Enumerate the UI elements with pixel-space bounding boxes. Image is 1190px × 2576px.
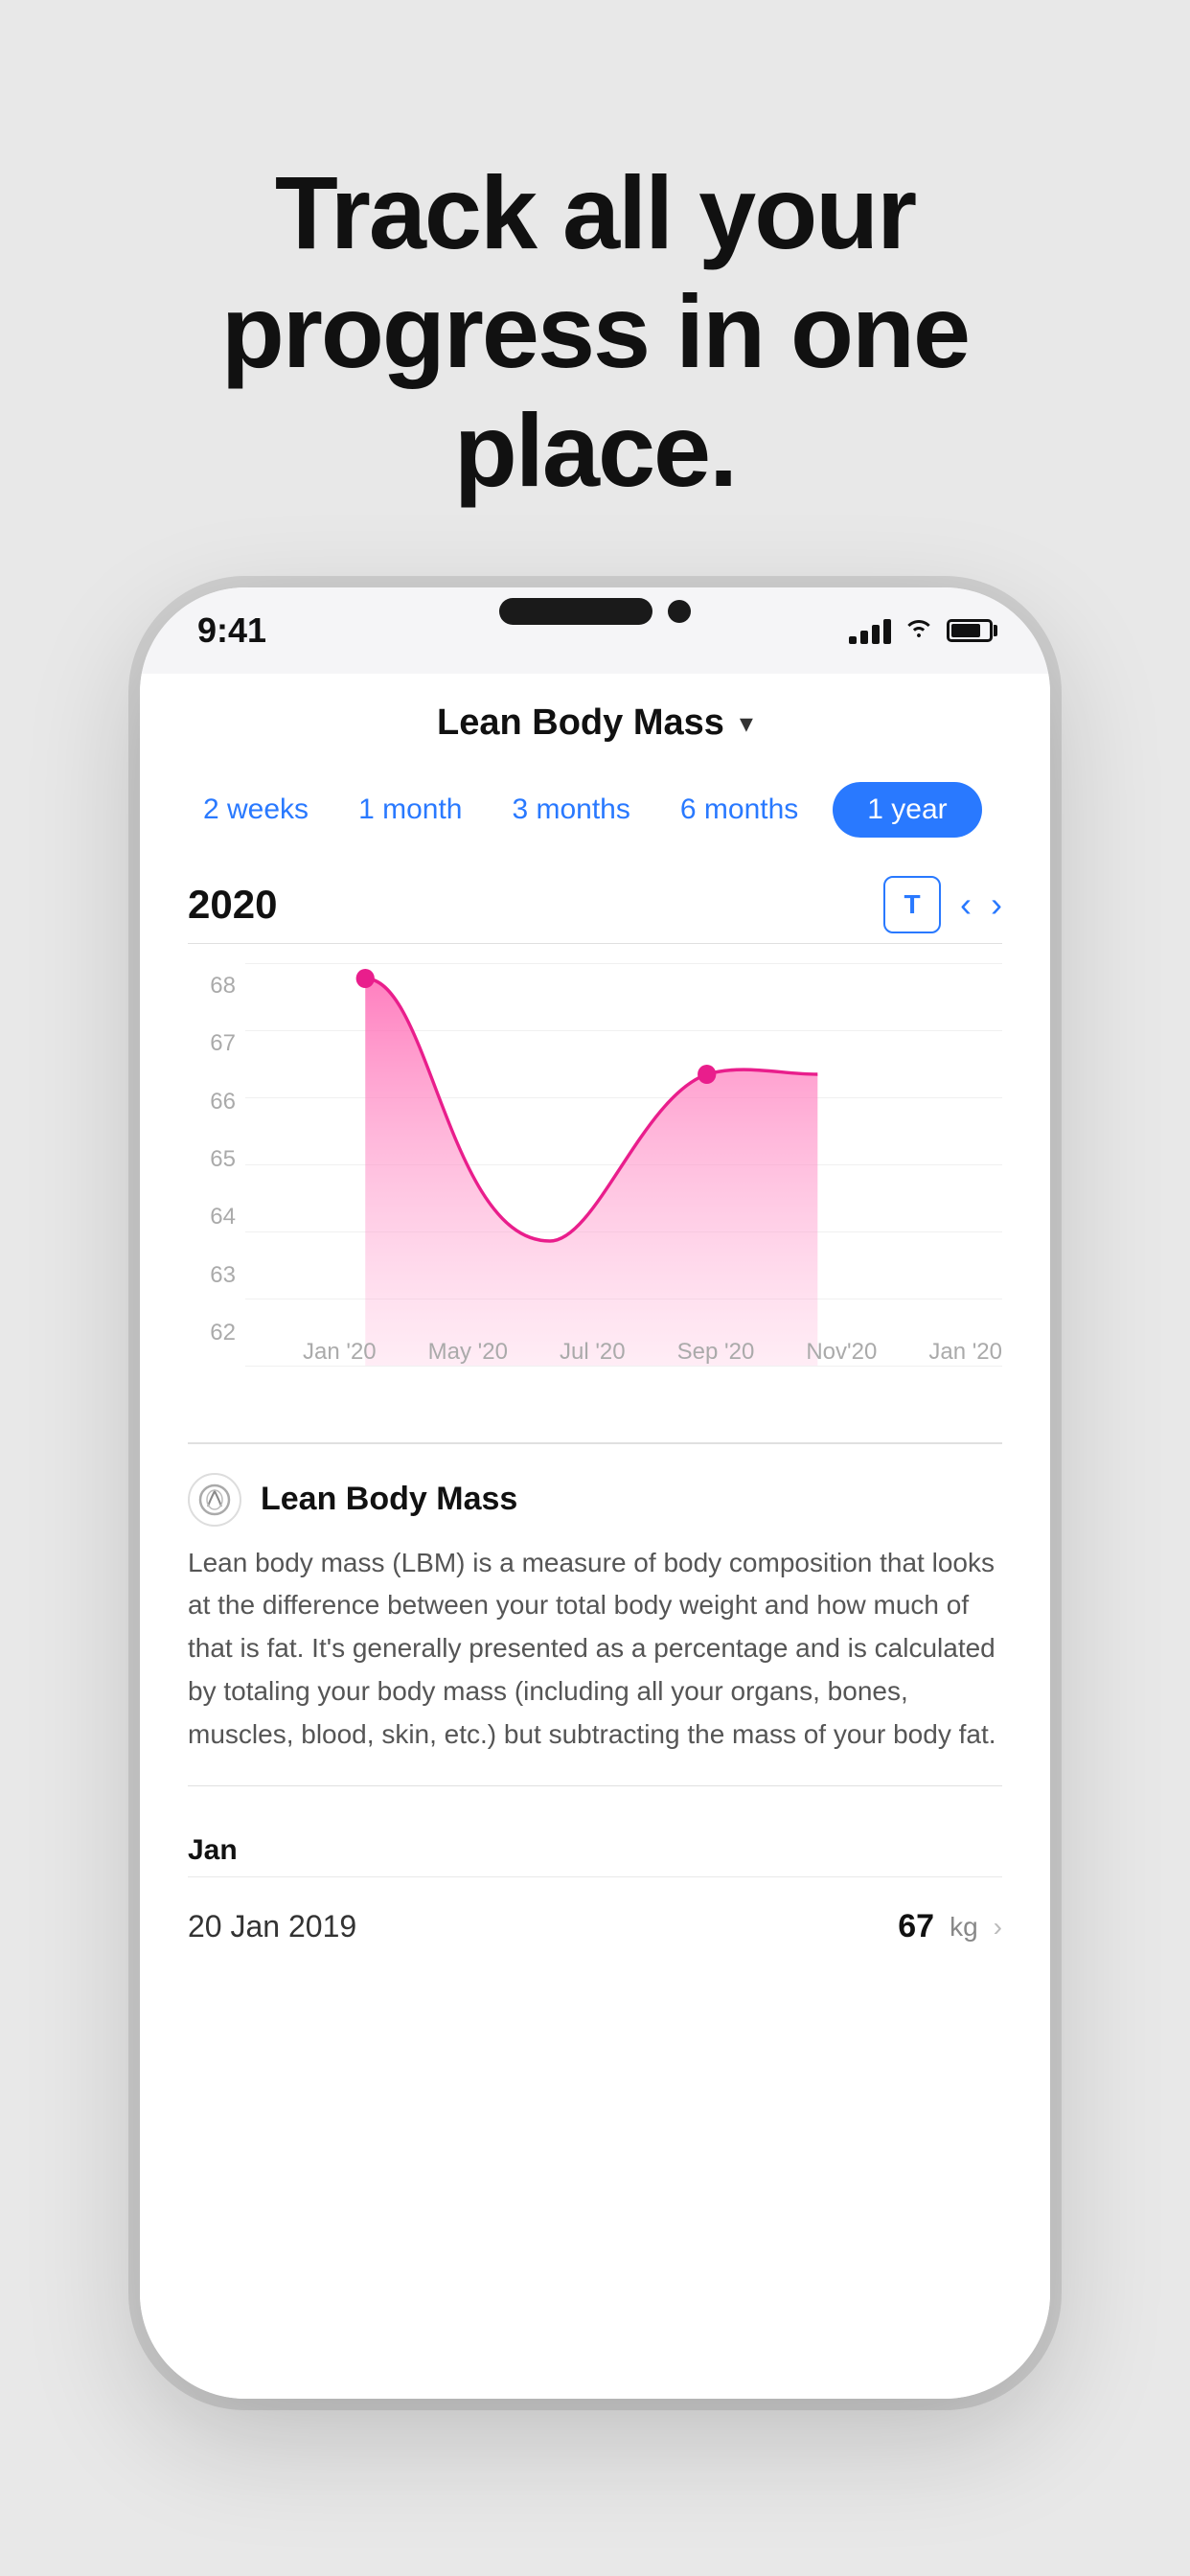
data-row-chevron-icon: ›	[994, 1912, 1002, 1943]
lean-body-mass-icon	[188, 1473, 241, 1527]
next-arrow-icon[interactable]: ›	[991, 885, 1002, 925]
y-label-64: 64	[188, 1204, 236, 1230]
header-chevron-icon[interactable]: ▾	[740, 707, 753, 739]
tab-6months[interactable]: 6 months	[665, 786, 813, 834]
app-header-title: Lean Body Mass	[437, 702, 724, 744]
y-label-68: 68	[188, 973, 236, 1000]
data-value-group: 67 kg ›	[898, 1908, 1002, 1945]
hero-section: Track all your progress in one place.	[0, 0, 1190, 587]
data-date: 20 Jan 2019	[188, 1909, 356, 1944]
app-header: Lean Body Mass ▾	[188, 674, 1002, 763]
tab-1month[interactable]: 1 month	[343, 786, 477, 834]
chart-container: 68 67 66 65 64 63 62	[188, 963, 1002, 1423]
signal-bar-3	[872, 625, 880, 644]
info-section: Lean Body Mass Lean body mass (LBM) is a…	[188, 1444, 1002, 1785]
phone-frame: 9:41	[140, 587, 1050, 2399]
signal-bar-4	[883, 619, 891, 644]
y-label-63: 63	[188, 1262, 236, 1289]
x-label-nov20: Nov'20	[806, 1339, 877, 1366]
chart-svg	[245, 963, 1002, 1366]
status-icons	[849, 614, 993, 647]
battery-icon	[947, 619, 993, 642]
grid-line-62	[245, 1366, 1002, 1367]
hero-title: Track all your progress in one place.	[77, 153, 1113, 511]
t-button[interactable]: T	[883, 876, 941, 933]
chart-area: Jan '20 May '20 Jul '20 Sep '20 Nov'20 J…	[245, 963, 1002, 1366]
data-unit: kg	[950, 1912, 978, 1943]
chart-y-axis: 68 67 66 65 64 63 62	[188, 963, 236, 1346]
period-tabs: 2 weeks 1 month 3 months 6 months 1 year	[188, 763, 1002, 857]
status-time: 9:41	[197, 610, 266, 651]
phone-notch	[442, 587, 748, 635]
info-title: Lean Body Mass	[261, 1481, 517, 1518]
notch-pill	[499, 598, 652, 625]
y-label-66: 66	[188, 1089, 236, 1116]
signal-bars-icon	[849, 617, 891, 644]
phone-content: Lean Body Mass ▾ 2 weeks 1 month 3 month…	[140, 674, 1050, 2399]
signal-bar-1	[849, 636, 857, 644]
year-label: 2020	[188, 882, 277, 928]
chart-x-axis: Jan '20 May '20 Jul '20 Sep '20 Nov'20 J…	[303, 1329, 1002, 1366]
x-label-may20: May '20	[428, 1339, 508, 1366]
tab-2weeks[interactable]: 2 weeks	[188, 786, 324, 834]
year-controls: T ‹ ›	[883, 876, 1002, 933]
data-row[interactable]: 20 Jan 2019 67 kg ›	[188, 1877, 1002, 1976]
info-header: Lean Body Mass	[188, 1473, 1002, 1527]
status-bar: 9:41	[140, 587, 1050, 674]
data-month-label: Jan	[188, 1815, 1002, 1876]
chart-dot-right	[698, 1065, 716, 1084]
y-label-62: 62	[188, 1320, 236, 1346]
chart-divider	[188, 943, 1002, 945]
tab-3months[interactable]: 3 months	[496, 786, 645, 834]
chart-dot-left	[356, 969, 375, 988]
info-description: Lean body mass (LBM) is a measure of bod…	[188, 1542, 1002, 1757]
data-section: Jan 20 Jan 2019 67 kg ›	[188, 1786, 1002, 1976]
phone-wrapper: 9:41	[140, 587, 1050, 2399]
data-value: 67	[898, 1908, 934, 1945]
x-label-sep20: Sep '20	[677, 1339, 755, 1366]
y-label-67: 67	[188, 1030, 236, 1057]
prev-arrow-icon[interactable]: ‹	[960, 885, 972, 925]
wifi-icon	[903, 614, 935, 647]
x-label-jul20: Jul '20	[560, 1339, 626, 1366]
signal-bar-2	[860, 631, 868, 644]
y-label-65: 65	[188, 1146, 236, 1173]
notch-dot	[668, 600, 691, 623]
battery-fill	[951, 624, 980, 637]
x-label-jan20-end: Jan '20	[928, 1339, 1002, 1366]
x-label-jan20-start: Jan '20	[303, 1339, 377, 1366]
year-row: 2020 T ‹ ›	[188, 857, 1002, 943]
chart-area-fill	[365, 978, 817, 1366]
tab-1year[interactable]: 1 year	[833, 782, 981, 838]
